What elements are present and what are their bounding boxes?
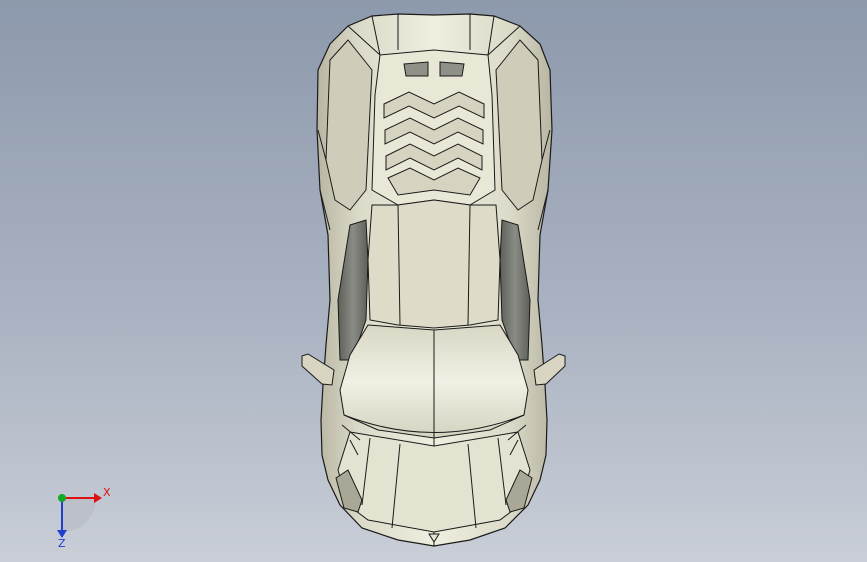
x-axis-arrow [94,493,102,503]
car-model-top-view[interactable] [0,0,867,562]
x-axis-label: X [103,486,111,499]
front-hood[interactable] [337,431,531,533]
rear-window[interactable] [367,199,501,329]
rear-intake-right[interactable] [495,39,543,211]
coordinate-triad[interactable]: X Z [40,478,120,550]
rear-intake-left[interactable] [325,39,373,211]
engine-vent-left[interactable] [403,61,429,77]
engine-vent-right[interactable] [439,61,465,77]
triad-plane [62,498,96,532]
y-axis-dot [58,494,66,502]
z-axis-label: Z [58,537,66,548]
graphics-viewport[interactable]: X Z [0,0,867,562]
